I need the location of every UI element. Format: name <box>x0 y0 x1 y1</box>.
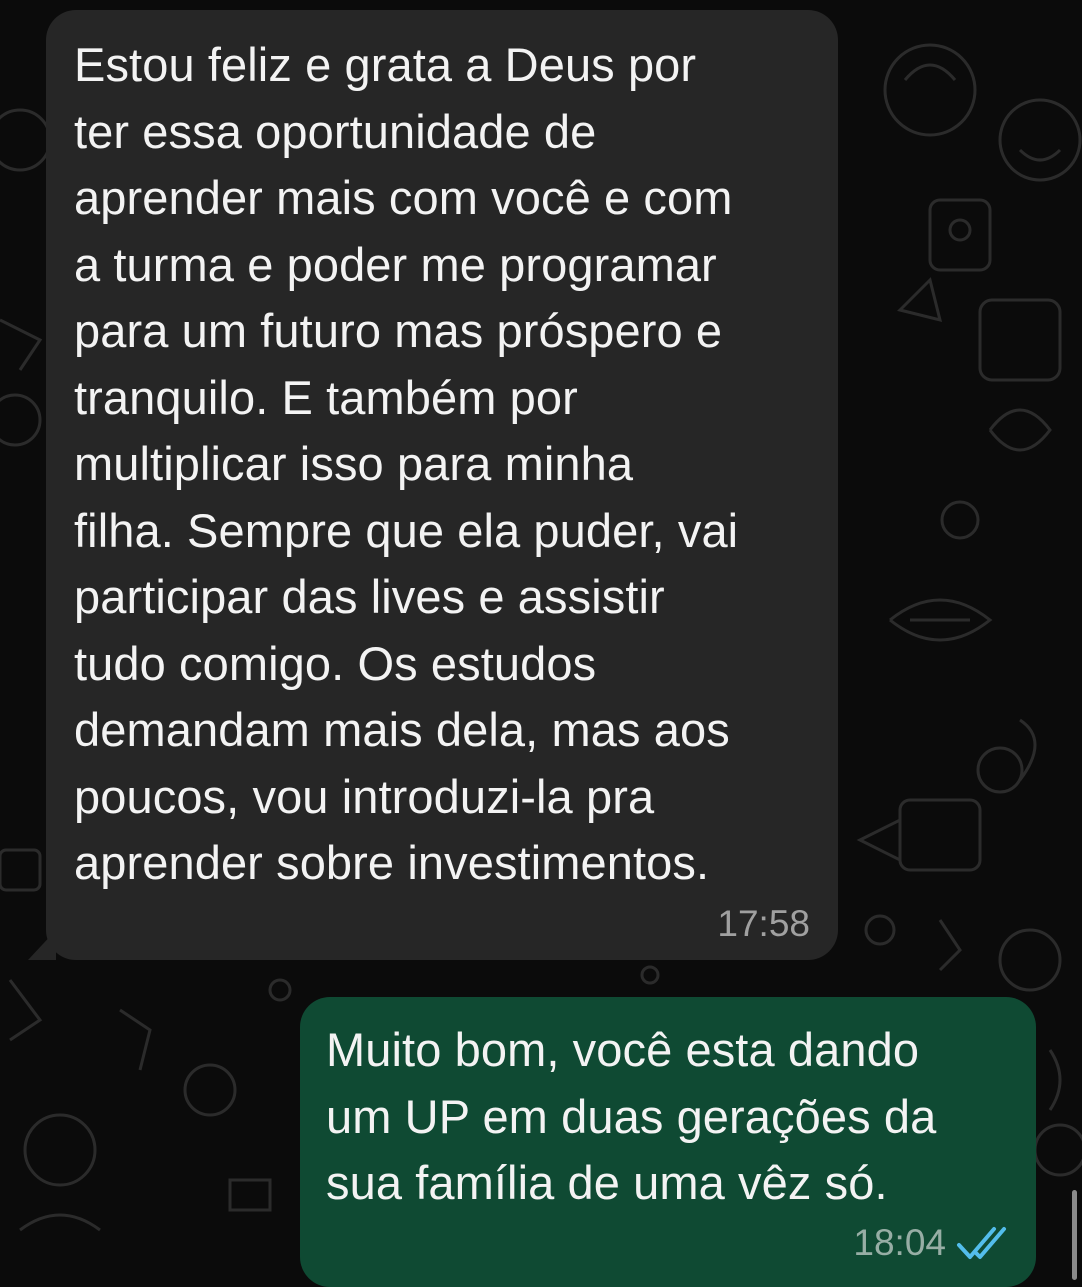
message-text: Muito bom, você esta dando um UP em duas… <box>326 1023 937 1209</box>
double-check-read-icon <box>957 1227 1006 1259</box>
outgoing-message-bubble[interactable]: Muito bom, você esta dando um UP em duas… <box>300 997 1036 1287</box>
incoming-message-bubble[interactable]: Estou feliz e grata a Deus por ter essa … <box>28 10 838 960</box>
message-text: Estou feliz e grata a Deus por ter essa … <box>74 38 739 889</box>
scrollbar[interactable] <box>1072 1190 1077 1280</box>
message-timestamp: 18:04 <box>853 1222 946 1263</box>
message-meta: 17:58 <box>717 903 810 945</box>
message-meta: 18:04 <box>853 1222 1008 1264</box>
message-timestamp: 17:58 <box>717 903 810 944</box>
bubble-tail <box>28 930 56 960</box>
